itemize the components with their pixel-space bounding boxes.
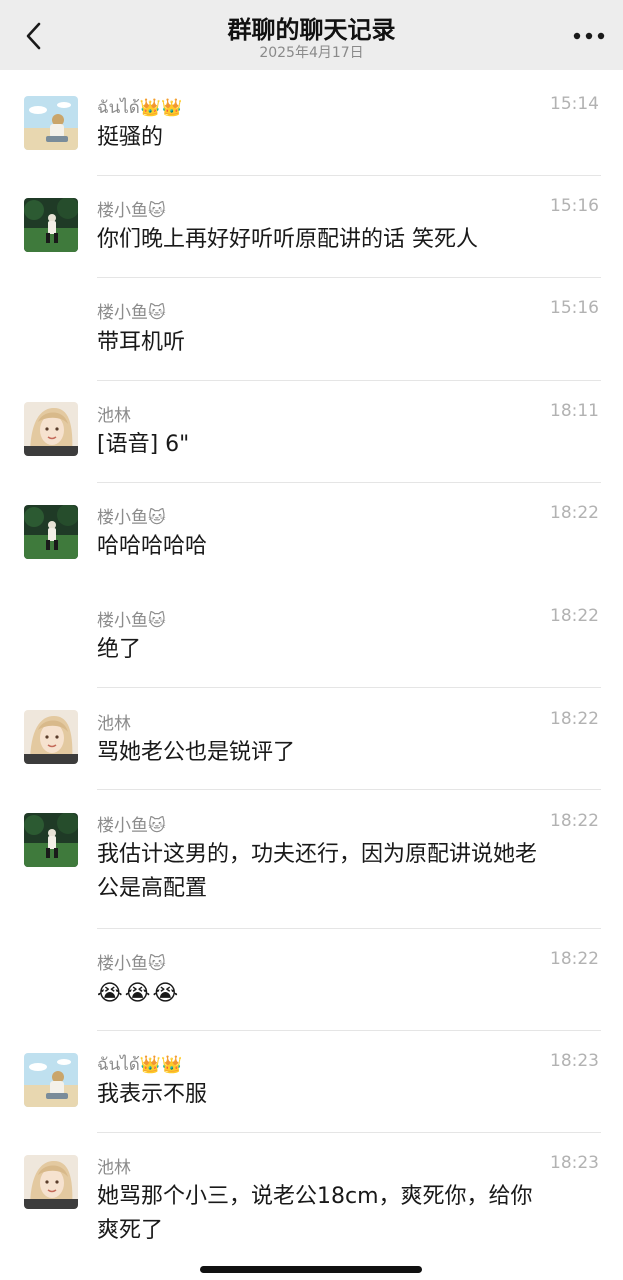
more-dots-icon <box>573 32 605 40</box>
portrait-avatar[interactable] <box>24 402 78 456</box>
beach-avatar[interactable] <box>24 96 78 150</box>
message-text-line: 我估计这男的，功夫还行，因为原配讲说她老 <box>97 842 538 867</box>
sender-name: ฉันได้👑👑 <box>97 1055 183 1075</box>
portrait-avatar[interactable] <box>24 1155 78 1209</box>
portrait-avatar[interactable] <box>24 710 78 764</box>
message-time: 18:22 <box>550 503 599 523</box>
message-text: 绝了 <box>97 637 142 662</box>
list-item[interactable]: ฉันได้👑👑 18:23 我表示不服 <box>0 1031 623 1133</box>
message-text: 我表示不服 <box>97 1082 208 1107</box>
sender-name: 池林 <box>97 1158 131 1178</box>
list-item[interactable]: 楼小鱼🐱 18:22 哈哈哈哈哈 <box>0 483 623 586</box>
home-indicator[interactable] <box>200 1266 422 1273</box>
message-text: 骂她老公也是锐评了 <box>97 740 296 765</box>
beach-avatar[interactable] <box>24 1053 78 1107</box>
nav-header: 群聊的聊天记录 2025年4月17日 <box>0 0 623 70</box>
message-time: 18:23 <box>550 1153 599 1173</box>
list-item[interactable]: 池林 18:23 她骂那个小三，说老公18cm，爽死你，给你 爽死了 <box>0 1133 623 1273</box>
sender-name: 楼小鱼🐱 <box>97 954 166 974</box>
message-time: 18:22 <box>550 811 599 831</box>
message-time: 18:22 <box>550 709 599 729</box>
page-title: 群聊的聊天记录 <box>227 16 396 44</box>
list-item[interactable]: 池林 18:22 骂她老公也是锐评了 <box>0 689 623 790</box>
crying-laughing-emoji: 😭 <box>152 981 179 1006</box>
divider <box>97 687 601 688</box>
sender-name: 池林 <box>97 406 131 426</box>
message-time: 18:11 <box>550 401 599 421</box>
crying-laughing-emoji: 😭 <box>124 981 151 1006</box>
list-item[interactable]: 楼小鱼🐱 15:16 你们晚上再好好听听原配讲的话 笑死人 <box>0 176 623 278</box>
message-text: 挺骚的 <box>97 125 164 150</box>
list-item[interactable]: 楼小鱼🐱 18:22 我估计这男的，功夫还行，因为原配讲说她老 公是高配置 <box>0 790 623 929</box>
crying-laughing-emoji: 😭 <box>97 981 123 1006</box>
page-date: 2025年4月17日 <box>259 45 364 61</box>
message-time: 15:16 <box>550 196 599 216</box>
voice-message[interactable]: [语音] 6" <box>97 428 597 462</box>
sender-name: 楼小鱼🐱 <box>97 816 166 836</box>
list-item[interactable]: 楼小鱼🐱 18:22 绝了 <box>0 586 623 689</box>
message-time: 15:14 <box>550 94 599 114</box>
sender-name: 楼小鱼🐱 <box>97 611 166 631</box>
sender-name: 楼小鱼🐱 <box>97 508 166 528</box>
sender-name: 楼小鱼🐱 <box>97 201 166 221</box>
field-avatar[interactable] <box>24 813 78 867</box>
message-text: 哈哈哈哈哈 <box>97 534 208 559</box>
message-time: 18:22 <box>550 949 599 969</box>
message-time: 18:23 <box>550 1051 599 1071</box>
field-avatar[interactable] <box>24 198 78 252</box>
list-item[interactable]: 楼小鱼🐱 18:22 😭 😭 😭 <box>0 929 623 1031</box>
list-item[interactable]: ฉันได้👑👑 15:14 挺骚的 <box>0 70 623 176</box>
message-emoji: 😭 😭 😭 <box>97 977 597 1011</box>
sender-name: 楼小鱼🐱 <box>97 303 166 323</box>
list-item[interactable]: 楼小鱼🐱 15:16 带耳机听 <box>0 278 623 381</box>
sender-name: ฉันได้👑👑 <box>97 98 183 118</box>
message-text: 她骂那个小三，说老公18cm，爽死你，给你 爽死了 <box>97 1180 597 1248</box>
message-text-line: 爽死了 <box>97 1218 164 1243</box>
message-text: 带耳机听 <box>97 330 186 355</box>
message-time: 18:22 <box>550 606 599 626</box>
sender-name: 池林 <box>97 714 131 734</box>
message-time: 15:16 <box>550 298 599 318</box>
more-button[interactable] <box>569 20 609 52</box>
message-text-line: 公是高配置 <box>97 876 208 901</box>
list-item[interactable]: 池林 18:11 [语音] 6" <box>0 381 623 483</box>
message-text-line: 她骂那个小三，说老公18cm，爽死你，给你 <box>97 1184 533 1209</box>
message-text: 我估计这男的，功夫还行，因为原配讲说她老 公是高配置 <box>97 838 597 906</box>
message-text: 你们晚上再好好听听原配讲的话 笑死人 <box>97 227 478 252</box>
field-avatar[interactable] <box>24 505 78 559</box>
